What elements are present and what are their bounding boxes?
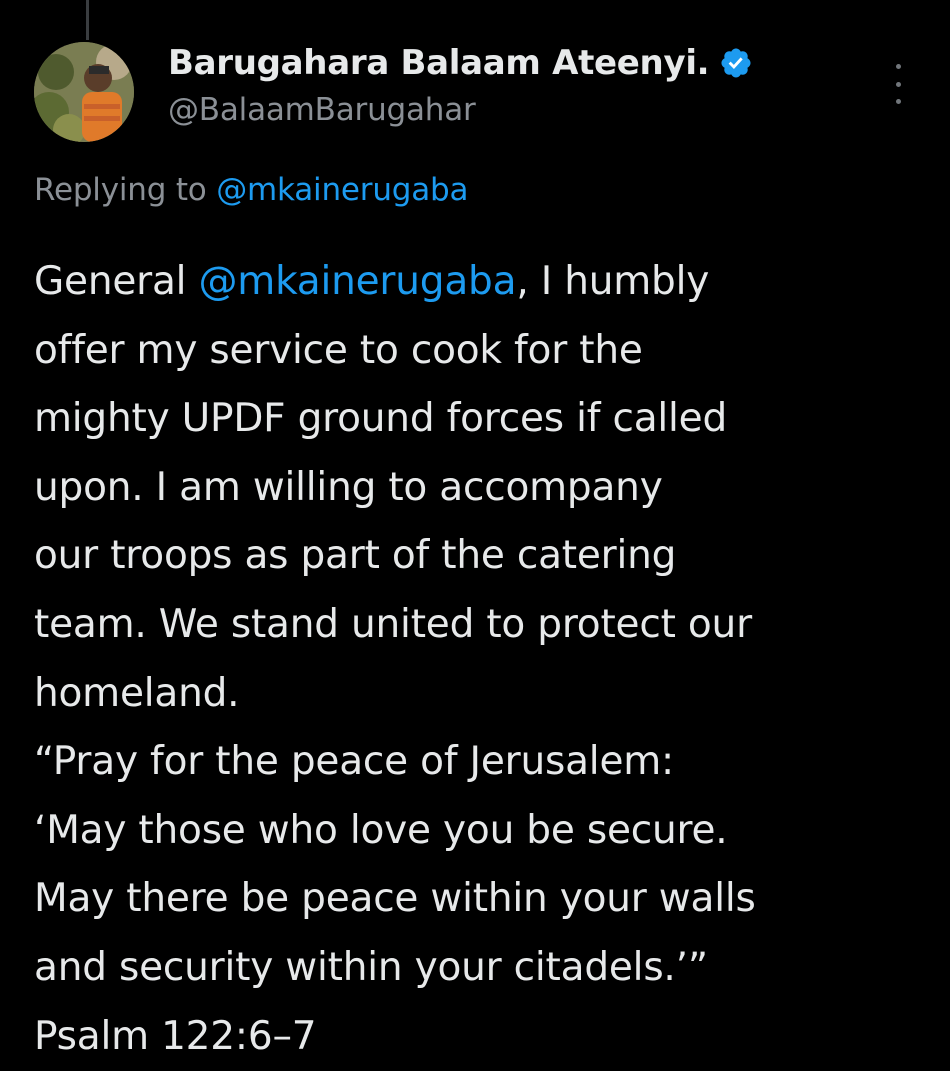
tweet-body-line: upon. I am willing to accompany [34,464,663,510]
tweet-body-line: Psalm 122:6–7 [34,1013,317,1059]
tweet-body-line: and security within your citadels.’” [34,944,708,990]
tweet-header: Barugahara Balaam Ateenyi. @BalaamBaruga… [168,40,930,128]
tweet-body-line: offer my service to cook for the [34,327,643,373]
avatar-image [34,42,134,142]
tweet-body: General @mkainerugaba, I humbly offer my… [34,248,934,1071]
tweet-body-line: “Pray for the peace of Jerusalem: [34,739,674,785]
thread-connector-line [86,0,89,40]
more-options-icon[interactable] [888,64,908,104]
tweet-body-line: mighty UPDF ground forces if called [34,396,728,442]
replying-to-handle-link[interactable]: @mkainerugaba [216,172,468,208]
tweet-text: , I humbly [516,259,710,304]
replying-to: Replying to @mkainerugaba [34,172,469,208]
tweet-body-line: homeland. [34,670,240,716]
tweet-text: General [34,259,199,304]
tweet-body-line: General @mkainerugaba, I humbly [34,248,934,317]
more-dot [895,81,901,87]
more-dot [895,99,901,104]
avatar[interactable] [34,42,134,142]
author-display-name[interactable]: Barugahara Balaam Ateenyi. [168,43,710,83]
replying-to-prefix: Replying to [34,172,217,208]
author-handle[interactable]: @BalaamBarugahar [168,92,930,128]
mention-link[interactable]: @mkainerugaba [199,259,517,304]
more-dot [895,64,901,69]
verified-badge-icon[interactable] [719,46,753,80]
tweet-body-line: team. We stand united to protect our [34,601,752,647]
tweet-body-line: our troops as part of the catering [34,533,677,579]
author-name-row: Barugahara Balaam Ateenyi. [168,40,930,86]
tweet-body-line: May there be peace within your walls [34,876,756,922]
tweet-body-line: ‘May those who love you be secure. [34,807,728,853]
